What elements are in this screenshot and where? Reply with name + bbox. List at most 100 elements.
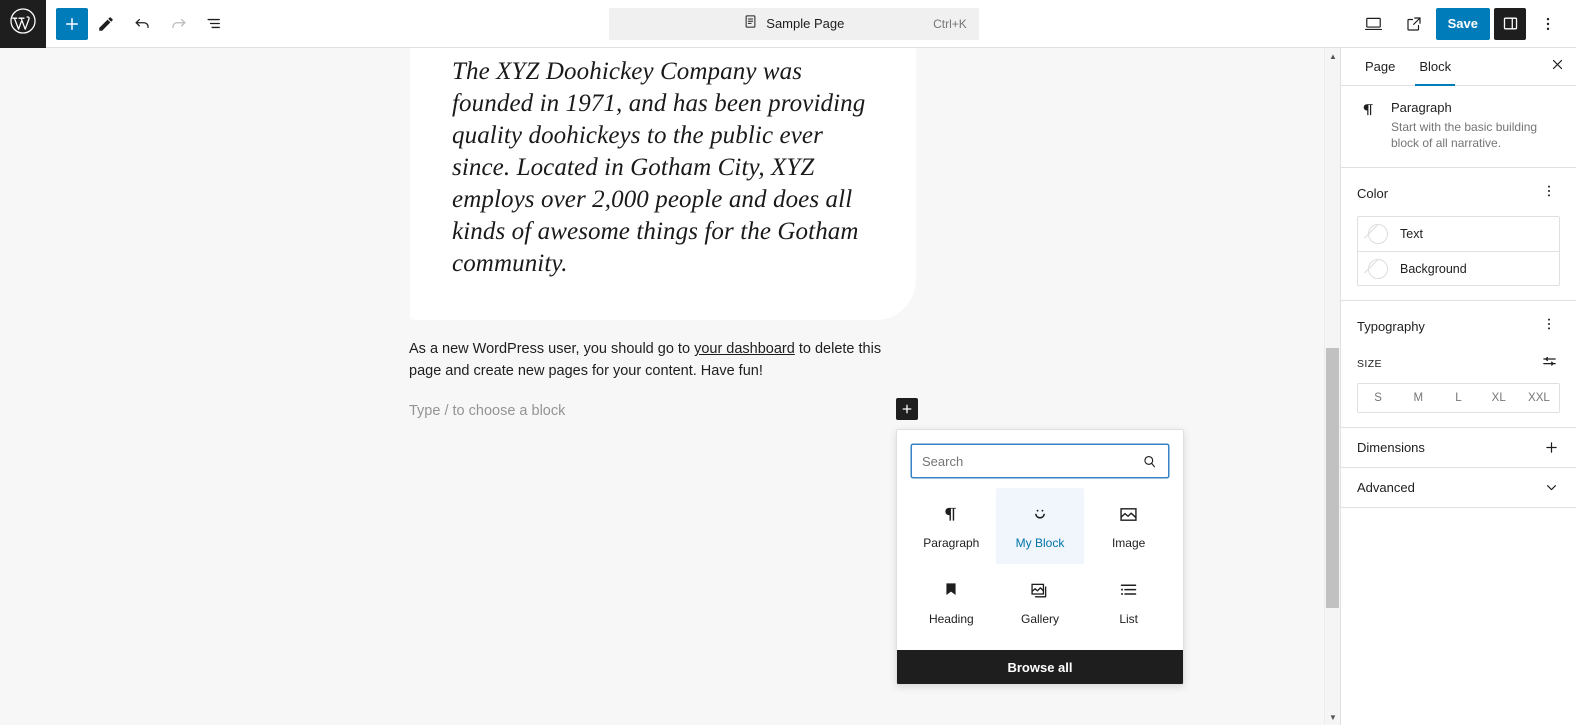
inserter-block-label: Gallery: [1020, 612, 1059, 626]
document-bar[interactable]: Sample Page Ctrl+K: [608, 7, 979, 40]
font-size-custom-button[interactable]: [1538, 353, 1560, 375]
sidebar-panel-icon: [1502, 15, 1519, 32]
typography-panel-header: Typography: [1357, 315, 1560, 337]
document-overview-button[interactable]: [196, 6, 232, 42]
inserter-block-heading[interactable]: Heading: [907, 564, 996, 640]
toolbar-center-group: Sample Page Ctrl+K: [232, 7, 1356, 40]
font-size-l[interactable]: L: [1438, 384, 1478, 412]
inserter-block-grid: Paragraph My Block Image Heading Gallery…: [897, 488, 1183, 650]
pencil-icon: [97, 15, 115, 33]
undo-icon: [133, 14, 152, 33]
view-site-button[interactable]: [1396, 6, 1432, 42]
paragraph-text-before-link: As a new WordPress user, you should go t…: [409, 341, 695, 357]
quote-block[interactable]: The XYZ Doohickey Company was founded in…: [410, 48, 916, 320]
chevron-down-icon[interactable]: [1543, 479, 1560, 496]
block-inserter-toggle[interactable]: [56, 7, 88, 40]
tab-block[interactable]: Block: [1407, 48, 1463, 86]
external-link-icon: [1405, 15, 1423, 33]
font-size-label: SIZE: [1357, 358, 1382, 370]
color-option-background[interactable]: Background: [1358, 251, 1559, 285]
canvas-scrollbar[interactable]: ▲ ▼: [1324, 48, 1340, 725]
editor-canvas[interactable]: The XYZ Doohickey Company was founded in…: [0, 48, 1340, 725]
color-option-list: Text Background: [1357, 216, 1560, 286]
color-panel: Color Text Background: [1341, 168, 1576, 301]
scrollbar-up-arrow-icon[interactable]: ▲: [1325, 48, 1340, 64]
desktop-icon: [1364, 14, 1383, 33]
inserter-search-field[interactable]: [911, 444, 1169, 478]
quote-block-text: The XYZ Doohickey Company was founded in…: [452, 58, 866, 277]
advanced-panel[interactable]: Advanced: [1341, 468, 1576, 508]
search-input[interactable]: [912, 453, 1141, 469]
font-size-toggle-group: S M L XL XXL: [1357, 383, 1560, 413]
sliders-icon: [1541, 353, 1558, 375]
color-panel-options-button[interactable]: [1538, 182, 1560, 204]
color-option-label: Text: [1400, 227, 1423, 241]
no-color-swatch-icon: [1368, 258, 1388, 279]
inserter-block-label: List: [1119, 612, 1138, 626]
redo-icon: [169, 14, 188, 33]
color-option-label: Background: [1400, 261, 1467, 276]
browse-all-button[interactable]: Browse all: [897, 650, 1183, 684]
plus-icon[interactable]: [1543, 439, 1560, 456]
list-view-icon: [205, 14, 224, 33]
inserter-block-image[interactable]: Image: [1084, 488, 1173, 564]
scrollbar-down-arrow-icon[interactable]: ▼: [1325, 709, 1340, 725]
block-info-panel: Paragraph Start with the basic building …: [1341, 86, 1576, 168]
block-info-description: Start with the basic building block of a…: [1391, 120, 1538, 150]
tools-edit-button[interactable]: [88, 6, 124, 42]
search-icon: [1141, 453, 1168, 470]
wordpress-logo-icon: [9, 7, 37, 40]
editor-body: The XYZ Doohickey Company was founded in…: [0, 48, 1576, 725]
font-size-xl[interactable]: XL: [1479, 384, 1519, 412]
document-title: Sample Page: [766, 16, 845, 31]
vertical-dots-icon: [1539, 15, 1557, 33]
typography-panel-options-button[interactable]: [1538, 315, 1560, 337]
font-size-row: SIZE: [1357, 353, 1560, 375]
inserter-block-list[interactable]: List: [1084, 564, 1173, 640]
more-options-button[interactable]: [1530, 6, 1566, 42]
inserter-block-paragraph[interactable]: Paragraph: [907, 488, 996, 564]
font-size-m[interactable]: M: [1398, 384, 1438, 412]
paragraph-pilcrow-icon: [941, 502, 961, 526]
block-info-title: Paragraph: [1391, 100, 1452, 115]
plus-icon: [900, 402, 914, 416]
heading-bookmark-icon: [941, 578, 961, 602]
advanced-panel-title: Advanced: [1357, 480, 1415, 495]
block-inserter-popover: Paragraph My Block: [896, 429, 1184, 685]
editor-toolbar: Sample Page Ctrl+K Save: [0, 0, 1576, 48]
image-icon: [1118, 502, 1139, 526]
inserter-block-label: Heading: [928, 612, 974, 626]
dimensions-panel-title: Dimensions: [1357, 440, 1425, 455]
smiley-face-icon: [1029, 502, 1051, 526]
font-size-xxl[interactable]: XXL: [1519, 384, 1559, 412]
settings-sidebar: Page Block Paragraph Start with the basi…: [1340, 48, 1576, 725]
settings-sidebar-toggle[interactable]: [1494, 7, 1526, 40]
list-icon: [1118, 578, 1139, 602]
undo-button[interactable]: [124, 6, 160, 42]
toolbar-right-group: Save: [1356, 6, 1576, 42]
inserter-block-my-block[interactable]: My Block: [995, 488, 1085, 564]
inserter-block-label: My Block: [1015, 536, 1065, 550]
inserter-block-label: Image: [1111, 536, 1146, 550]
inserter-search-row: [897, 430, 1183, 488]
inserter-block-gallery[interactable]: Gallery: [996, 564, 1085, 640]
wordpress-block-editor: Sample Page Ctrl+K Save The XYZ Doohicke…: [0, 0, 1576, 725]
inline-block-inserter-button[interactable]: [896, 398, 918, 420]
vertical-dots-icon: [1541, 316, 1557, 337]
wordpress-logo-button[interactable]: [0, 0, 46, 48]
color-option-text[interactable]: Text: [1358, 217, 1559, 251]
close-sidebar-button[interactable]: [1538, 48, 1576, 85]
font-size-s[interactable]: S: [1358, 384, 1398, 412]
empty-paragraph-block[interactable]: Type / to choose a block: [409, 399, 909, 423]
preview-button[interactable]: [1356, 6, 1392, 42]
vertical-dots-icon: [1541, 183, 1557, 204]
save-button[interactable]: Save: [1435, 7, 1490, 40]
dashboard-link[interactable]: your dashboard: [694, 341, 795, 357]
paragraph-pilcrow-icon: [1357, 100, 1379, 151]
redo-button[interactable]: [160, 6, 196, 42]
scrollbar-thumb[interactable]: [1326, 348, 1339, 608]
no-color-swatch-icon: [1368, 224, 1388, 244]
tab-page[interactable]: Page: [1353, 48, 1407, 85]
paragraph-block[interactable]: As a new WordPress user, you should go t…: [409, 338, 899, 382]
dimensions-panel[interactable]: Dimensions: [1341, 428, 1576, 468]
